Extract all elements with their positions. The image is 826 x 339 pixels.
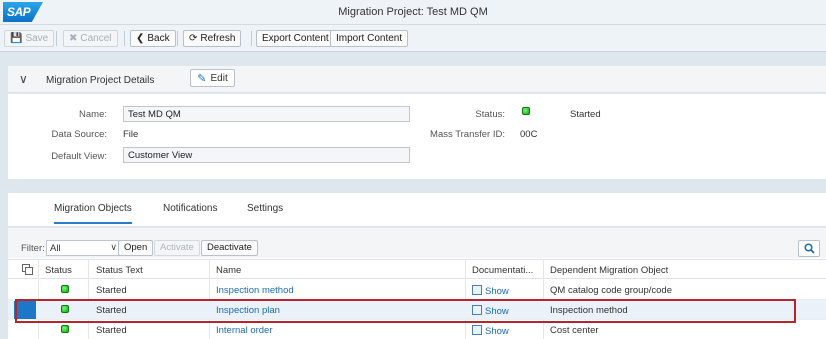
chevron-down-icon: ∨ bbox=[110, 242, 117, 252]
import-content-button[interactable]: Import Content bbox=[330, 30, 409, 47]
save-icon: 💾 bbox=[10, 32, 23, 44]
search-icon bbox=[803, 243, 815, 254]
tab-settings[interactable]: Settings bbox=[247, 203, 283, 214]
refresh-icon: ⟳ bbox=[189, 32, 198, 44]
back-button[interactable]: ❮ Back bbox=[130, 30, 176, 47]
tab-bar: Migration Objects Notifications Settings bbox=[8, 193, 826, 227]
data-source-label: Data Source: bbox=[51, 129, 107, 140]
status-value: Started bbox=[570, 109, 601, 120]
show-documentation-link[interactable]: Show bbox=[472, 285, 509, 297]
edit-button[interactable]: ✎ Edit bbox=[190, 69, 235, 87]
tab-notifications[interactable]: Notifications bbox=[163, 203, 217, 214]
column-status-text[interactable]: Status Text bbox=[96, 265, 143, 276]
filter-label: Filter: bbox=[21, 243, 45, 254]
toolbar-separator bbox=[177, 31, 178, 46]
default-view-field[interactable]: Customer View bbox=[123, 147, 410, 163]
toolbar: 💾 Save ✖ Cancel ❮ Back ⟳ Refresh Export … bbox=[0, 25, 826, 52]
column-name[interactable]: Name bbox=[216, 265, 241, 276]
search-button[interactable] bbox=[798, 240, 820, 257]
tab-migration-objects[interactable]: Migration Objects bbox=[54, 203, 132, 224]
default-view-label: Default View: bbox=[51, 151, 107, 162]
refresh-button[interactable]: ⟳ Refresh bbox=[183, 30, 242, 47]
column-dependent-migration-object[interactable]: Dependent Migration Object bbox=[550, 265, 668, 276]
chevron-left-icon: ❮ bbox=[136, 32, 145, 44]
save-button[interactable]: 💾 Save bbox=[4, 30, 55, 47]
toolbar-separator bbox=[56, 31, 57, 46]
pencil-icon: ✎ bbox=[197, 72, 207, 85]
status-label: Status: bbox=[475, 109, 505, 120]
show-documentation-link[interactable]: Show bbox=[472, 325, 509, 337]
deactivate-button[interactable]: Deactivate bbox=[201, 240, 258, 256]
name-label: Name: bbox=[79, 109, 107, 120]
panel-title: Migration Project Details bbox=[46, 75, 155, 86]
cancel-button[interactable]: ✖ Cancel bbox=[63, 30, 118, 47]
filter-select[interactable]: All ∨ bbox=[46, 240, 121, 256]
data-source-value: File bbox=[123, 129, 139, 140]
document-icon bbox=[472, 325, 482, 335]
table-header: Status Status Text Name Documentati... D… bbox=[8, 259, 826, 279]
export-content-button[interactable]: Export Content bbox=[256, 30, 335, 47]
chevron-down-icon[interactable]: ∨ bbox=[19, 72, 28, 86]
title-bar: SAP Migration Project: Test MD QM bbox=[0, 0, 826, 25]
details-panel-header: ∨ Migration Project Details ✎ Edit bbox=[8, 66, 826, 93]
close-icon: ✖ bbox=[69, 32, 78, 44]
document-icon bbox=[472, 285, 482, 295]
filter-bar: Filter: All ∨ Open Activate Deactivate bbox=[8, 228, 826, 258]
details-form: Name: Test MD QM Data Source: File Defau… bbox=[8, 94, 826, 179]
table-row[interactable]: Started Inspection method Show QM catalo… bbox=[8, 280, 826, 300]
status-indicator-icon bbox=[522, 107, 530, 115]
select-all-icon[interactable] bbox=[22, 264, 33, 278]
object-name-link[interactable]: Inspection method bbox=[216, 285, 294, 296]
toolbar-separator bbox=[124, 31, 125, 46]
mass-transfer-id-label: Mass Transfer ID: bbox=[430, 129, 505, 140]
activate-button[interactable]: Activate bbox=[154, 240, 200, 256]
page-title: Migration Project: Test MD QM bbox=[338, 6, 488, 18]
highlight-box bbox=[15, 299, 796, 323]
mass-transfer-id-value: 00C bbox=[520, 129, 538, 140]
open-button[interactable]: Open bbox=[118, 240, 154, 256]
name-field[interactable]: Test MD QM bbox=[123, 106, 410, 122]
column-documentation[interactable]: Documentati... bbox=[472, 265, 542, 276]
toolbar-separator bbox=[251, 31, 252, 46]
status-indicator-icon bbox=[61, 285, 69, 293]
object-name-link[interactable]: Internal order bbox=[216, 325, 273, 336]
column-status[interactable]: Status bbox=[45, 265, 72, 276]
status-indicator-icon bbox=[61, 325, 69, 333]
